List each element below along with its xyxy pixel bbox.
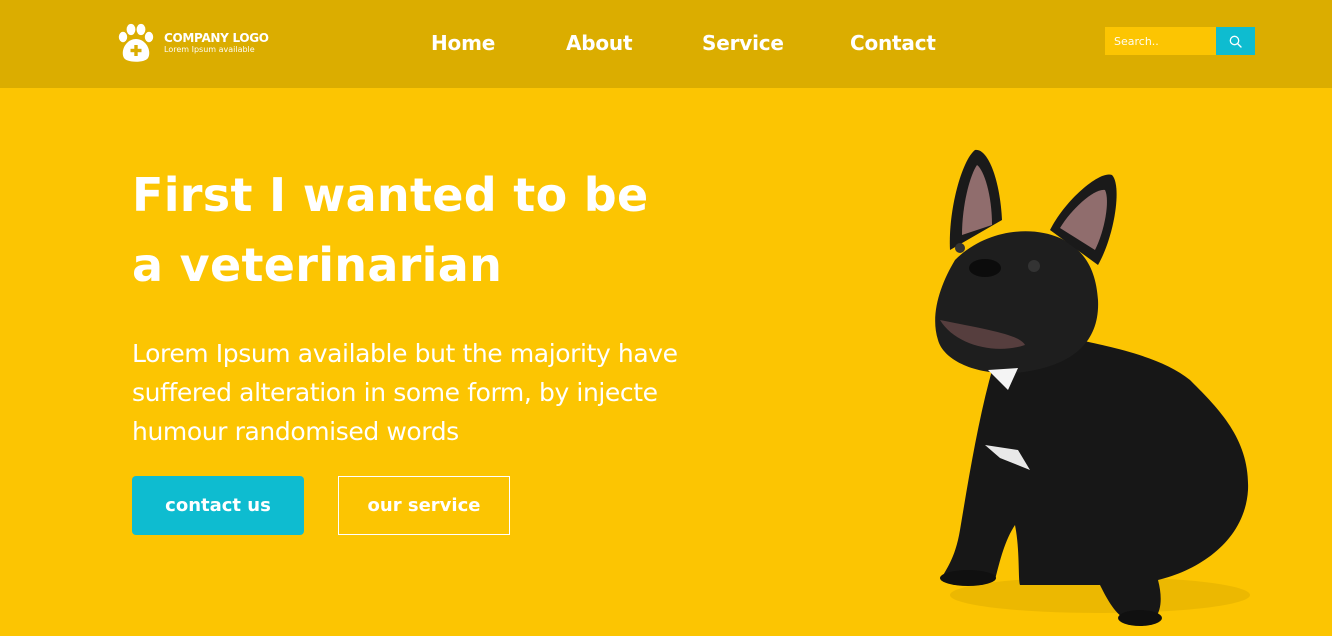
logo-title: COMPANY LOGO xyxy=(164,31,269,45)
nav-contact[interactable]: Contact xyxy=(850,30,936,56)
paw-plus-icon xyxy=(118,23,154,62)
search-input[interactable] xyxy=(1105,27,1216,55)
search-icon xyxy=(1229,35,1242,48)
nav-home[interactable]: Home xyxy=(431,30,495,56)
search-button[interactable] xyxy=(1216,27,1255,55)
search-bar xyxy=(1105,27,1255,55)
nav-service[interactable]: Service xyxy=(702,30,784,56)
hero-description: Lorem Ipsum available but the majority h… xyxy=(132,339,678,446)
hero-title-line-2: a veterinarian xyxy=(132,238,503,292)
nav-about[interactable]: About xyxy=(566,30,633,56)
logo-subtitle: Lorem Ipsum available xyxy=(164,45,255,54)
contact-us-button[interactable]: contact us xyxy=(132,476,304,535)
our-service-button[interactable]: our service xyxy=(338,476,510,535)
company-logo[interactable]: COMPANY LOGO Lorem Ipsum available xyxy=(117,22,269,64)
hero-title-line-1: First I wanted to be xyxy=(132,168,649,222)
site-header: COMPANY LOGO Lorem Ipsum available Home … xyxy=(0,0,1332,88)
hero-title: First I wanted to be a veterinarian xyxy=(132,160,752,300)
french-bulldog-photo xyxy=(935,149,1250,626)
